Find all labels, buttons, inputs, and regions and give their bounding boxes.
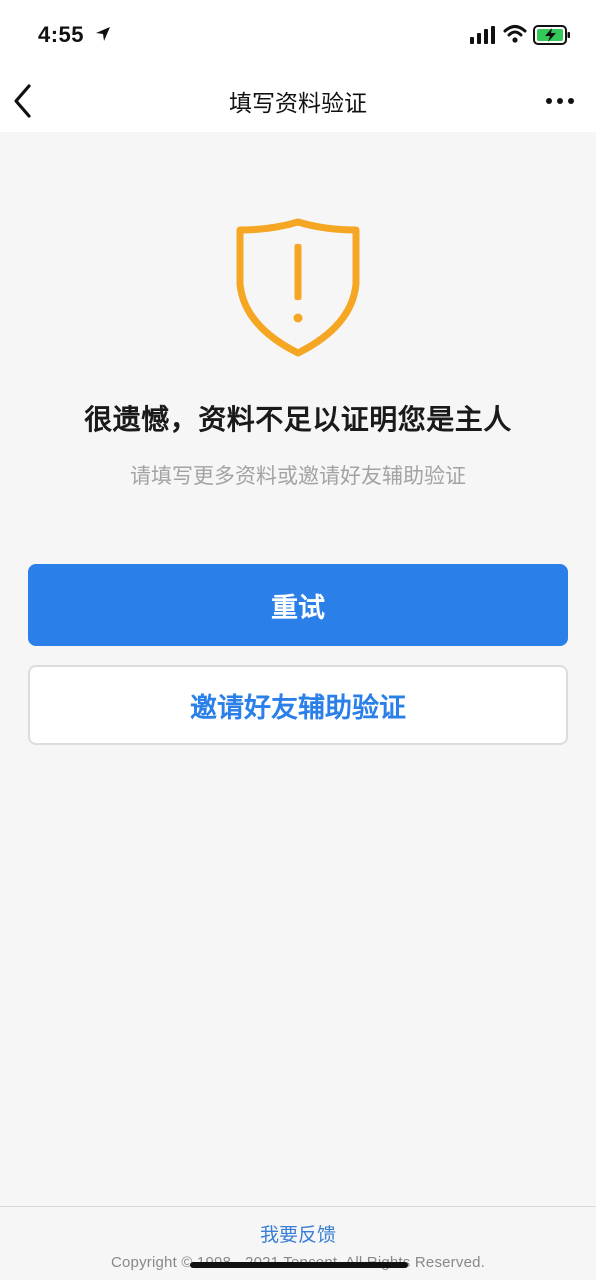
- more-dot: [557, 98, 563, 104]
- location-arrow-icon: [96, 27, 110, 41]
- cellular-signal-icon: [470, 26, 495, 44]
- home-indicator[interactable]: [190, 1262, 408, 1268]
- wifi-icon: [503, 25, 527, 43]
- footer-divider: [0, 1206, 596, 1207]
- navigation-bar: 填写资料验证: [0, 70, 596, 132]
- more-horizontal-icon: [546, 98, 552, 104]
- status-time: 4:55: [38, 22, 85, 47]
- page-title: 填写资料验证: [229, 90, 367, 116]
- alert-headline: 很遗憾，资料不足以证明您是主人: [84, 404, 512, 435]
- invite-friend-verify-button[interactable]: 邀请好友辅助验证: [28, 665, 568, 745]
- battery-charging-icon: [533, 25, 570, 45]
- status-bar: 4:55: [0, 0, 596, 70]
- more-options-button[interactable]: [540, 84, 580, 118]
- retry-button[interactable]: 重试: [28, 564, 568, 646]
- feedback-link[interactable]: 我要反馈: [0, 1220, 596, 1247]
- more-dot: [568, 98, 574, 104]
- alert-subline: 请填写更多资料或邀请好友辅助验证: [130, 465, 466, 488]
- shield-warning-icon: [236, 218, 360, 357]
